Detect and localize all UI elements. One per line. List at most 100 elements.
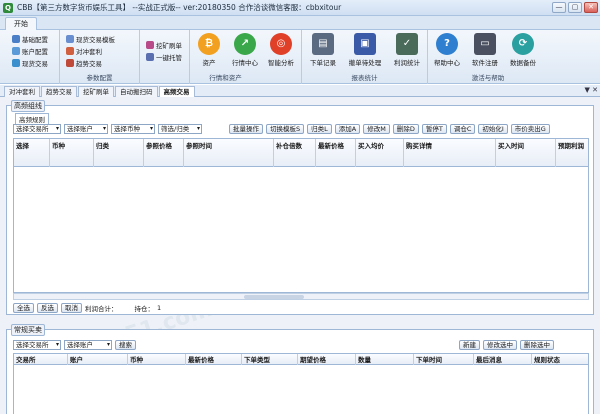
horizontal-scrollbar[interactable] [13, 293, 589, 300]
cancel-icon: ▣ [354, 33, 376, 55]
exchange-select[interactable]: 选择交易所 ▾ [13, 124, 61, 134]
spot-trade-button[interactable]: 现货交易 [12, 58, 48, 68]
categorize-button[interactable]: 归类L [307, 124, 332, 134]
software-register-button[interactable]: ▭ 软件注册 [468, 33, 502, 67]
column-header[interactable]: 归类 [94, 139, 144, 168]
main-area: xue51.com xue51.com 高频组线 高频规则 选择交易所▾ 选择账… [0, 97, 600, 414]
window-controls: — ▢ ✕ [552, 2, 598, 13]
tab-controls[interactable]: ▼ ✕ [585, 86, 598, 94]
market-sell-button[interactable]: 市价卖出G [510, 124, 550, 134]
normal-grid-header: 交易所 账户 币种 最新价格 下单类型 期望价格 数量 下单时间 最后消息 规则… [13, 353, 589, 366]
ribbon: 基础配置 账户配置 现货交易 现货交易模板 对冲套利 趋势交易 参数配置 挖矿刷… [0, 30, 600, 84]
add-button[interactable]: 添加A [334, 124, 361, 134]
panel-title: 高频组线 [11, 100, 45, 112]
hf-grid-body[interactable] [13, 167, 589, 293]
chevron-down-icon: ▾ [106, 341, 110, 348]
document-tabs: 对冲套利 趋势交易 挖矿刷单 自动搬扫码 高频交易 ▼ ✕ [0, 85, 600, 97]
hf-toolbar: 选择交易所 ▾ 选择账户 ▾ 选择币种 ▾ 筛选/归类 ▾ 批量操作 切换模板S 归类L… [13, 124, 550, 134]
column-header[interactable]: 参照价格 [144, 139, 184, 168]
profit-total-label: 利润合计： [85, 305, 118, 313]
host-icon [146, 53, 154, 61]
hedge-icon [66, 47, 74, 55]
tab-hedge[interactable]: 对冲套利 [4, 86, 40, 97]
switch-template-button[interactable]: 切换模板S [266, 124, 305, 134]
initialize-button[interactable]: 初始化I [478, 124, 508, 134]
hf-footer: 全选 反选 取消 利润合计： 持仓： 1 [13, 303, 161, 313]
one-click-host-button[interactable]: 一键托管 [146, 52, 182, 62]
column-header[interactable]: 买入时间 [496, 139, 556, 168]
help-center-button[interactable]: ? 帮助中心 [430, 33, 464, 67]
assets-button[interactable]: ₿ 资产 [192, 33, 226, 67]
order-records-button[interactable]: ▤ 下单记录 [306, 33, 340, 67]
tab-high-frequency[interactable]: 高频交易 [158, 86, 195, 97]
normal-actions: 新建 修改选中 删除选中 [459, 340, 554, 350]
basic-config-button[interactable]: 基础配置 [12, 34, 48, 44]
chevron-down-icon: ▾ [196, 125, 200, 132]
hedge-arbitrage-button[interactable]: 对冲套利 [66, 46, 102, 56]
account-config-button[interactable]: 账户配置 [12, 46, 48, 56]
tab-auto-scan[interactable]: 自动搬扫码 [115, 86, 158, 97]
chevron-down-icon: ▾ [149, 125, 153, 132]
column-header[interactable]: 币种 [50, 139, 94, 168]
tab-trend[interactable]: 趋势交易 [41, 86, 77, 97]
column-header[interactable]: 参照时间 [184, 139, 274, 168]
column-header[interactable]: 最新价格 [316, 139, 356, 168]
cancel-selection-button[interactable]: 取消 [61, 303, 82, 313]
bitcoin-icon: ₿ [198, 33, 220, 55]
spot-template-button[interactable]: 现货交易模板 [66, 34, 115, 44]
close-button[interactable]: ✕ [584, 2, 598, 13]
ribbon-group-params: 现货交易模板 对冲套利 趋势交易 参数配置 [60, 30, 140, 84]
filter-select[interactable]: 筛选/归类 ▾ [158, 124, 202, 134]
mining-icon [146, 41, 154, 49]
coin-select[interactable]: 选择币种 ▾ [111, 124, 155, 134]
pause-button[interactable]: 暂停T [421, 124, 447, 134]
mining-button[interactable]: 挖矿刷单 [146, 40, 182, 50]
cancel-pending-button[interactable]: ▣ 撤单待处理 [348, 33, 382, 67]
search-button[interactable]: 搜索 [115, 340, 136, 350]
trend-trade-button[interactable]: 趋势交易 [66, 58, 102, 68]
ribbon-group-label: 行情和资产 [209, 74, 242, 82]
stats-icon: ✓ [396, 33, 418, 55]
ribbon-group-label: 参数配置 [86, 74, 113, 82]
delete-selected-button[interactable]: 删除选中 [520, 340, 554, 350]
gear-icon [12, 35, 20, 43]
select-all-button[interactable]: 全选 [13, 303, 34, 313]
normal-toolbar: 选择交易所 ▾ 选择账户 ▾ 搜索 [13, 340, 136, 350]
position-label: 持仓： [134, 305, 155, 313]
market-center-button[interactable]: ↗ 行情中心 [228, 33, 262, 67]
account-select[interactable]: 选择账户 ▾ [64, 340, 112, 350]
column-header[interactable]: 预期利润 [556, 139, 590, 168]
ribbon-tab-start[interactable]: 开始 [5, 17, 37, 30]
trend-icon [66, 59, 74, 67]
scrollbar-thumb[interactable] [244, 295, 304, 299]
hf-grid-header: 选择 币种 归类 参照价格 参照时间 补仓倍数 最新价格 买入均价 购买详情 买… [13, 138, 590, 168]
column-header[interactable]: 买入均价 [356, 139, 404, 168]
exchange-select[interactable]: 选择交易所 ▾ [13, 340, 61, 350]
account-icon [12, 47, 20, 55]
new-button[interactable]: 新建 [459, 340, 480, 350]
adjust-position-button[interactable]: 调仓C [449, 124, 476, 134]
modify-selected-button[interactable]: 修改选中 [483, 340, 517, 350]
profit-stats-button[interactable]: ✓ 利润统计 [390, 33, 424, 67]
smart-analysis-button[interactable]: ◎ 智能分析 [264, 33, 298, 67]
minimize-button[interactable]: — [552, 2, 566, 13]
help-icon: ? [436, 33, 458, 55]
column-header[interactable]: 购买详情 [404, 139, 496, 168]
ribbon-group-label: 报表统计 [351, 74, 378, 82]
tab-mining[interactable]: 挖矿刷单 [78, 86, 114, 97]
normal-grid-body[interactable] [13, 365, 589, 414]
column-header[interactable]: 补仓倍数 [274, 139, 316, 168]
batch-operation-button[interactable]: 批量操作 [229, 124, 263, 134]
ribbon-group-market: ₿ 资产 ↗ 行情中心 ◎ 智能分析 行情和资产 [190, 30, 302, 84]
app-icon: Q [3, 2, 13, 13]
invert-selection-button[interactable]: 反选 [37, 303, 58, 313]
delete-button[interactable]: 删除D [392, 124, 419, 134]
data-backup-button[interactable]: ⟳ 数据备份 [506, 33, 540, 67]
analysis-icon: ◎ [270, 33, 292, 55]
modify-button[interactable]: 修改M [363, 124, 390, 134]
high-frequency-panel: 高频组线 高频规则 选择交易所 ▾ 选择账户 ▾ 选择币种 ▾ 筛选/归类 ▾ 批量操作… [6, 100, 594, 315]
account-select[interactable]: 选择账户 ▾ [64, 124, 108, 134]
sub-tab-rules[interactable]: 高频规则 [15, 113, 49, 124]
column-header[interactable]: 选择 [14, 139, 50, 168]
maximize-button[interactable]: ▢ [568, 2, 582, 13]
